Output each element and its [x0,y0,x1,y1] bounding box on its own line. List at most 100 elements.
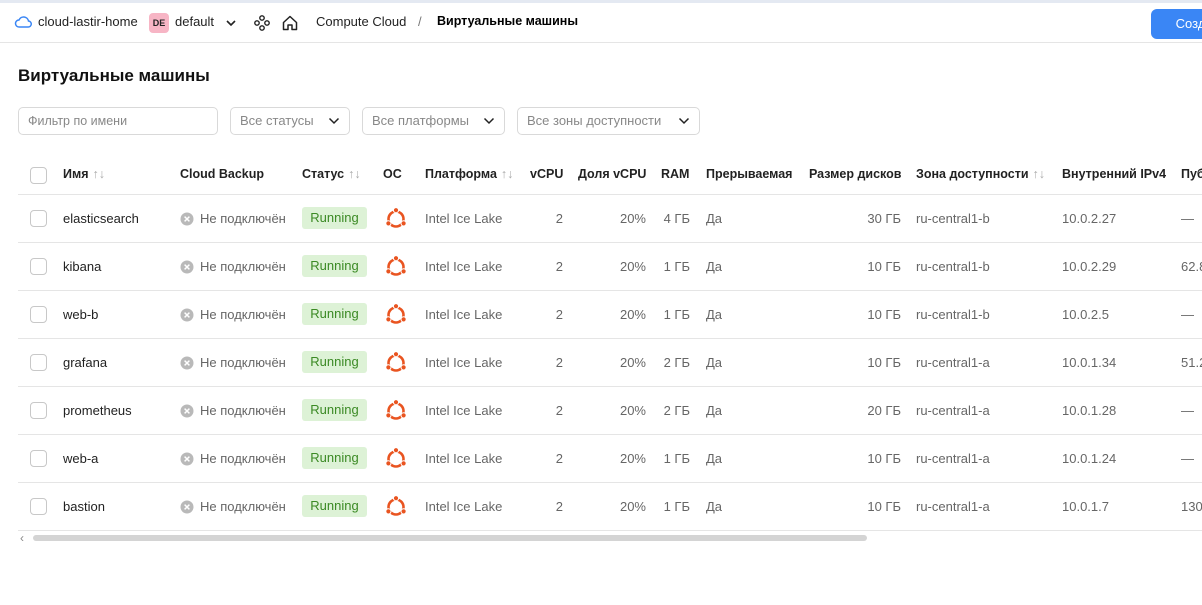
table-row[interactable]: kibana Не подключён Running Intel Ice Lake 2… [18,243,1202,291]
folder-name[interactable]: default [175,14,214,29]
preemptible-value: Да [706,451,723,466]
row-checkbox[interactable] [30,402,47,419]
services-icon[interactable] [253,14,271,32]
table-header: Имя ↑↓ Cloud Backup Статус ↑↓ ОС Платформа… [18,154,1202,195]
row-checkbox[interactable] [30,258,47,275]
platform-filter-select[interactable]: Все платформы [362,107,505,135]
home-icon[interactable] [281,14,299,32]
platform-value: Intel Ice Lake [425,355,503,370]
chevron-down-icon [328,117,340,125]
chevron-down-icon[interactable] [224,16,238,30]
vm-name[interactable]: web-a [63,451,98,466]
row-checkbox[interactable] [30,354,47,371]
disk-size-value: 20 ГБ [867,403,901,418]
column-platform[interactable]: Платформа ↑↓ [425,167,513,181]
not-connected-icon [180,260,194,274]
internal-ipv4-value: 10.0.1.28 [1062,403,1117,418]
ram-value: 4 ГБ [663,211,690,226]
table-row[interactable]: web-a Не подключён Running Intel Ice Lake 2 2… [18,435,1202,483]
public-ip-value: — [1181,307,1194,322]
vcpu-value: 2 [555,307,563,322]
platform-value: Intel Ice Lake [425,211,503,226]
horizontal-scrollbar[interactable] [33,535,867,541]
ram-value: 2 ГБ [663,355,690,370]
status-badge: Running [302,447,367,469]
status-filter-select[interactable]: Все статусы [230,107,350,135]
vm-name[interactable]: grafana [63,355,107,370]
platform-value: Intel Ice Lake [425,403,503,418]
zone-value: ru-central1-a [916,499,990,514]
column-name[interactable]: Имя ↑↓ [63,167,105,181]
ram-value: 1 ГБ [663,307,690,322]
vcpu-share-value: 20% [619,355,646,370]
table-row[interactable]: elasticsearch Не подключён Running Intel Ic… [18,195,1202,243]
column-preemptible: Прерываемая [706,167,793,181]
column-status[interactable]: Статус ↑↓ [302,167,361,181]
internal-ipv4-value: 10.0.2.29 [1062,259,1117,274]
column-vcpu: vCPU [530,167,564,181]
vcpu-value: 2 [555,451,563,466]
not-connected-icon [180,356,194,370]
status-badge: Running [302,399,367,421]
chevron-down-icon [483,117,495,125]
cloud-name[interactable]: cloud-lastir-home [38,14,138,29]
zone-filter-select[interactable]: Все зоны доступности [517,107,700,135]
create-vm-button[interactable]: Создат [1151,9,1202,39]
preemptible-value: Да [706,403,723,418]
ram-value: 1 ГБ [663,451,690,466]
ubuntu-icon [385,495,407,516]
breadcrumb-compute-cloud[interactable]: Compute Cloud [316,14,406,29]
not-connected-icon [180,500,194,514]
platform-value: Intel Ice Lake [425,307,503,322]
table-row[interactable]: prometheus Не подключён Running Intel Ice L… [18,387,1202,435]
column-public-ip: Пуб [1181,167,1202,181]
ubuntu-icon [385,447,407,468]
preemptible-value: Да [706,259,723,274]
disk-size-value: 10 ГБ [867,355,901,370]
zone-value: ru-central1-b [916,307,990,322]
sort-icon: ↑↓ [348,167,361,181]
vcpu-share-value: 20% [619,403,646,418]
public-ip-value: — [1181,211,1194,226]
not-connected-icon [180,308,194,322]
vcpu-value: 2 [555,355,563,370]
backup-status: Не подключён [200,403,286,418]
status-badge: Running [302,303,367,325]
backup-status: Не подключён [200,499,286,514]
table-row[interactable]: web-b Не подключён Running Intel Ice Lake 2 2… [18,291,1202,339]
row-checkbox[interactable] [30,498,47,515]
table-row[interactable]: bastion Не подключён Running Intel Ice Lake… [18,483,1202,531]
internal-ipv4-value: 10.0.1.24 [1062,451,1117,466]
vm-name[interactable]: bastion [63,499,105,514]
zone-value: ru-central1-b [916,259,990,274]
table-row[interactable]: grafana Не подключён Running Intel Ice Lake… [18,339,1202,387]
select-all-checkbox[interactable] [30,167,47,184]
row-checkbox[interactable] [30,210,47,227]
platform-filter-value: Все платформы [372,113,469,128]
preemptible-value: Да [706,211,723,226]
public-ip-value: — [1181,403,1194,418]
platform-value: Intel Ice Lake [425,451,503,466]
vm-name[interactable]: elasticsearch [63,211,139,226]
scroll-left-arrow[interactable]: ‹ [20,531,30,545]
column-zone[interactable]: Зона доступности ↑↓ [916,167,1045,181]
column-zone-label: Зона доступности [916,167,1029,181]
zone-value: ru-central1-a [916,403,990,418]
disk-size-value: 10 ГБ [867,307,901,322]
ram-value: 2 ГБ [663,403,690,418]
vm-name[interactable]: prometheus [63,403,132,418]
vm-name[interactable]: kibana [63,259,101,274]
backup-status: Не подключён [200,259,286,274]
zone-value: ru-central1-a [916,355,990,370]
vm-name[interactable]: web-b [63,307,98,322]
internal-ipv4-value: 10.0.1.7 [1062,499,1109,514]
preemptible-value: Да [706,307,723,322]
platform-value: Intel Ice Lake [425,499,503,514]
ram-value: 1 ГБ [663,259,690,274]
vcpu-share-value: 20% [619,307,646,322]
name-filter-input[interactable]: Фильтр по имени [18,107,218,135]
row-checkbox[interactable] [30,450,47,467]
vcpu-share-value: 20% [619,499,646,514]
public-ip-value: 62.8 [1181,259,1202,274]
row-checkbox[interactable] [30,306,47,323]
